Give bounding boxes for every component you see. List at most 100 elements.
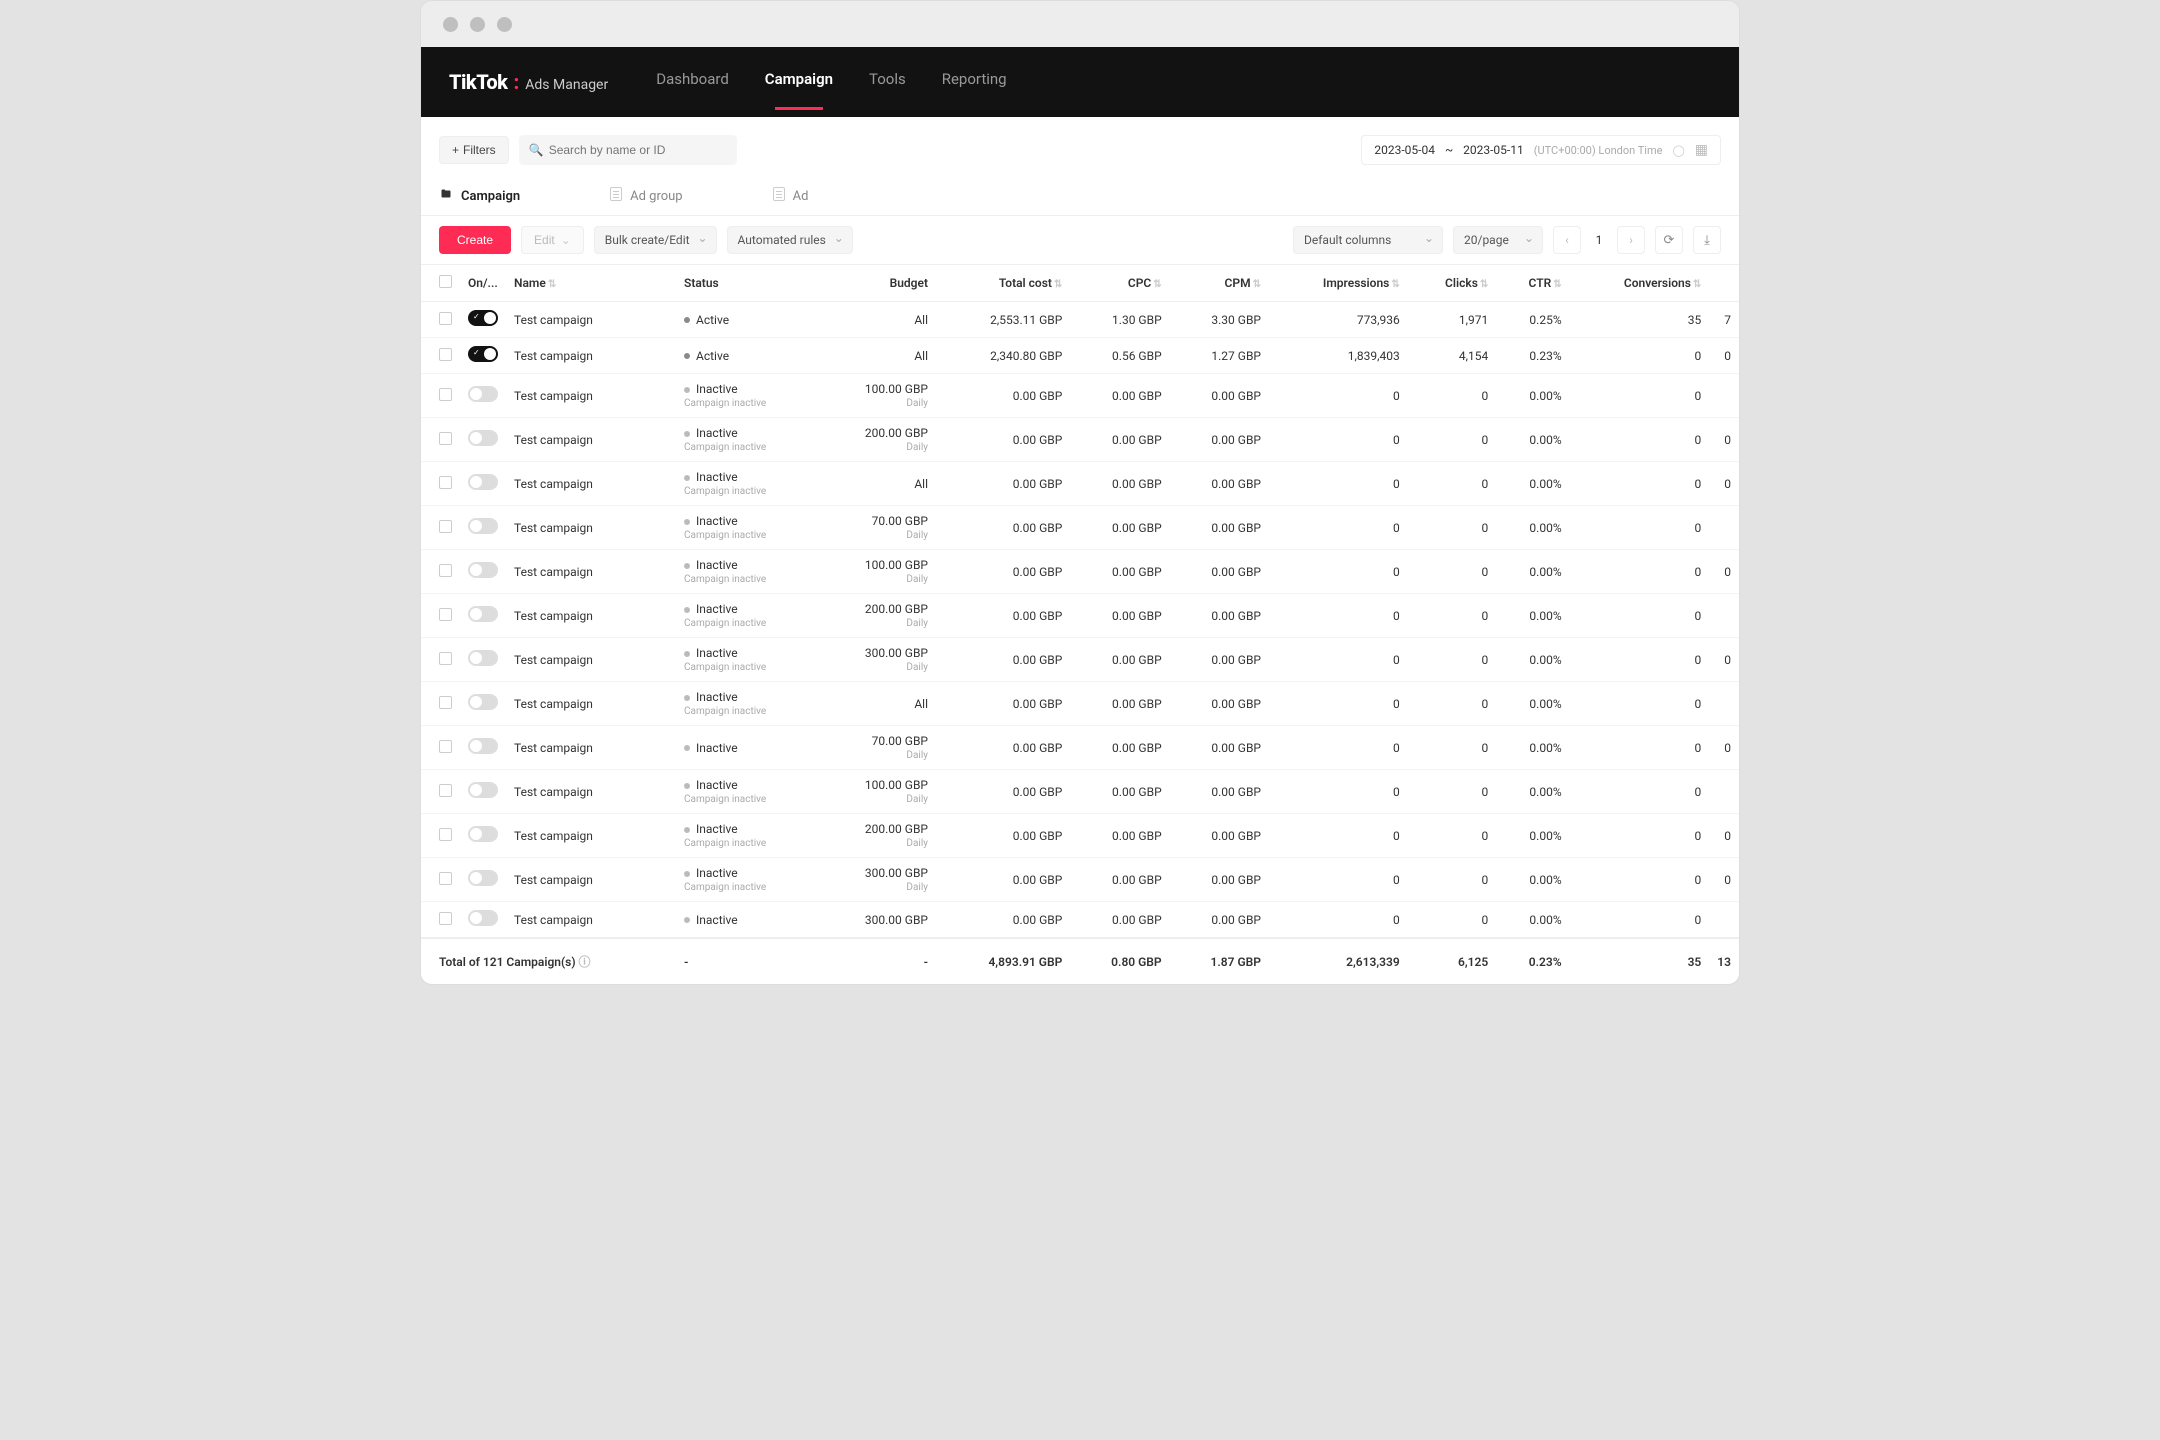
campaign-name[interactable]: Test campaign bbox=[506, 682, 676, 726]
column-header-cpm[interactable]: CPM⇅ bbox=[1170, 265, 1269, 302]
clicks-cell: 0 bbox=[1408, 682, 1497, 726]
on-off-toggle[interactable] bbox=[468, 650, 498, 666]
campaign-name[interactable]: Test campaign bbox=[506, 726, 676, 770]
row-checkbox[interactable] bbox=[439, 828, 452, 841]
row-checkbox[interactable] bbox=[439, 432, 452, 445]
row-checkbox[interactable] bbox=[439, 740, 452, 753]
budget-subtext: Daily bbox=[834, 794, 928, 805]
on-off-toggle[interactable] bbox=[468, 782, 498, 798]
budget-cell: 70.00 GBPDaily bbox=[826, 726, 936, 770]
level-tab-ad-group[interactable]: Ad group bbox=[610, 177, 713, 215]
on-off-toggle[interactable] bbox=[468, 738, 498, 754]
on-off-toggle[interactable] bbox=[468, 518, 498, 534]
refresh-button[interactable]: ⟳ bbox=[1655, 226, 1683, 254]
filters-button[interactable]: + Filters bbox=[439, 136, 509, 164]
row-checkbox[interactable] bbox=[439, 476, 452, 489]
nav-item-tools[interactable]: Tools bbox=[869, 70, 906, 94]
extra-cell: 0 bbox=[1709, 638, 1739, 682]
on-off-toggle[interactable] bbox=[468, 430, 498, 446]
select-all-checkbox[interactable] bbox=[439, 275, 452, 288]
row-checkbox[interactable] bbox=[439, 312, 452, 325]
row-checkbox[interactable] bbox=[439, 564, 452, 577]
row-checkbox[interactable] bbox=[439, 912, 452, 925]
bulk-create-edit-select[interactable]: Bulk create/Edit bbox=[594, 226, 717, 254]
on-off-toggle[interactable] bbox=[468, 310, 498, 326]
nav-item-campaign[interactable]: Campaign bbox=[765, 70, 833, 94]
row-checkbox[interactable] bbox=[439, 348, 452, 361]
campaign-name[interactable]: Test campaign bbox=[506, 338, 676, 374]
campaign-name[interactable]: Test campaign bbox=[506, 550, 676, 594]
prev-page-button[interactable]: ‹ bbox=[1553, 226, 1581, 254]
on-off-toggle[interactable] bbox=[468, 386, 498, 402]
campaign-name[interactable]: Test campaign bbox=[506, 902, 676, 939]
campaign-name[interactable]: Test campaign bbox=[506, 418, 676, 462]
automated-rules-select[interactable]: Automated rules bbox=[727, 226, 853, 254]
table-row: Test campaignInactiveCampaign inactive30… bbox=[421, 858, 1739, 902]
level-tab-ad[interactable]: Ad bbox=[773, 177, 839, 215]
cpc-cell: 0.00 GBP bbox=[1070, 682, 1169, 726]
row-checkbox[interactable] bbox=[439, 696, 452, 709]
nav-item-dashboard[interactable]: Dashboard bbox=[656, 70, 729, 94]
row-checkbox[interactable] bbox=[439, 608, 452, 621]
status-dot-icon bbox=[684, 917, 690, 923]
extra-cell: 0 bbox=[1709, 814, 1739, 858]
row-checkbox[interactable] bbox=[439, 520, 452, 533]
row-checkbox[interactable] bbox=[439, 388, 452, 401]
budget-cell: 200.00 GBPDaily bbox=[826, 594, 936, 638]
ctr-cell: 0.00% bbox=[1496, 374, 1569, 418]
budget-cell: 200.00 GBPDaily bbox=[826, 418, 936, 462]
nav-item-reporting[interactable]: Reporting bbox=[942, 70, 1007, 94]
column-header-conversions[interactable]: Conversions⇅ bbox=[1570, 265, 1710, 302]
on-off-toggle[interactable] bbox=[468, 346, 498, 362]
create-button[interactable]: Create bbox=[439, 226, 511, 254]
column-header-impressions[interactable]: Impressions⇅ bbox=[1269, 265, 1408, 302]
clicks-cell: 0 bbox=[1408, 418, 1497, 462]
campaign-name[interactable]: Test campaign bbox=[506, 858, 676, 902]
campaign-name[interactable]: Test campaign bbox=[506, 594, 676, 638]
footer-total-cost: 4,893.91 GBP bbox=[936, 938, 1070, 984]
page-size-select[interactable]: 20/page bbox=[1453, 226, 1543, 254]
level-tab-campaign[interactable]: Campaign bbox=[439, 177, 550, 215]
budget-cell: 100.00 GBPDaily bbox=[826, 770, 936, 814]
on-off-toggle[interactable] bbox=[468, 562, 498, 578]
on-off-toggle[interactable] bbox=[468, 694, 498, 710]
edit-button[interactable]: Edit ⌄ bbox=[521, 226, 584, 254]
cpm-cell: 0.00 GBP bbox=[1170, 726, 1269, 770]
search-input[interactable] bbox=[519, 135, 737, 165]
campaign-name[interactable]: Test campaign bbox=[506, 302, 676, 338]
status-dot-icon bbox=[684, 745, 690, 751]
next-page-button[interactable]: › bbox=[1617, 226, 1645, 254]
row-checkbox[interactable] bbox=[439, 784, 452, 797]
column-header-cpc[interactable]: CPC⇅ bbox=[1070, 265, 1169, 302]
column-header-ctr[interactable]: CTR⇅ bbox=[1496, 265, 1569, 302]
campaign-name[interactable]: Test campaign bbox=[506, 374, 676, 418]
date-range-picker[interactable]: 2023-05-04 ~ 2023-05-11 (UTC+00:00) Lond… bbox=[1361, 135, 1721, 165]
campaign-name[interactable]: Test campaign bbox=[506, 462, 676, 506]
on-off-toggle[interactable] bbox=[468, 606, 498, 622]
row-checkbox[interactable] bbox=[439, 872, 452, 885]
cpc-cell: 0.00 GBP bbox=[1070, 418, 1169, 462]
columns-select[interactable]: Default columns bbox=[1293, 226, 1443, 254]
column-header-name[interactable]: Name⇅ bbox=[506, 265, 676, 302]
on-off-toggle[interactable] bbox=[468, 826, 498, 842]
row-checkbox[interactable] bbox=[439, 652, 452, 665]
column-header-clicks[interactable]: Clicks⇅ bbox=[1408, 265, 1497, 302]
on-off-toggle[interactable] bbox=[468, 474, 498, 490]
impressions-cell: 0 bbox=[1269, 550, 1408, 594]
impressions-cell: 0 bbox=[1269, 418, 1408, 462]
column-header-total_cost[interactable]: Total cost⇅ bbox=[936, 265, 1070, 302]
export-button[interactable]: ⤓ bbox=[1693, 226, 1721, 254]
on-off-toggle[interactable] bbox=[468, 870, 498, 886]
total_cost-cell: 0.00 GBP bbox=[936, 550, 1070, 594]
on-off-toggle[interactable] bbox=[468, 910, 498, 926]
campaign-name[interactable]: Test campaign bbox=[506, 506, 676, 550]
campaign-name[interactable]: Test campaign bbox=[506, 814, 676, 858]
budget-cell: 300.00 GBPDaily bbox=[826, 638, 936, 682]
extra-cell bbox=[1709, 770, 1739, 814]
clicks-cell: 0 bbox=[1408, 506, 1497, 550]
conversions-cell: 0 bbox=[1570, 858, 1710, 902]
date-start: 2023-05-04 bbox=[1374, 143, 1435, 157]
campaign-name[interactable]: Test campaign bbox=[506, 770, 676, 814]
column-header-budget: Budget bbox=[826, 265, 936, 302]
campaign-name[interactable]: Test campaign bbox=[506, 638, 676, 682]
